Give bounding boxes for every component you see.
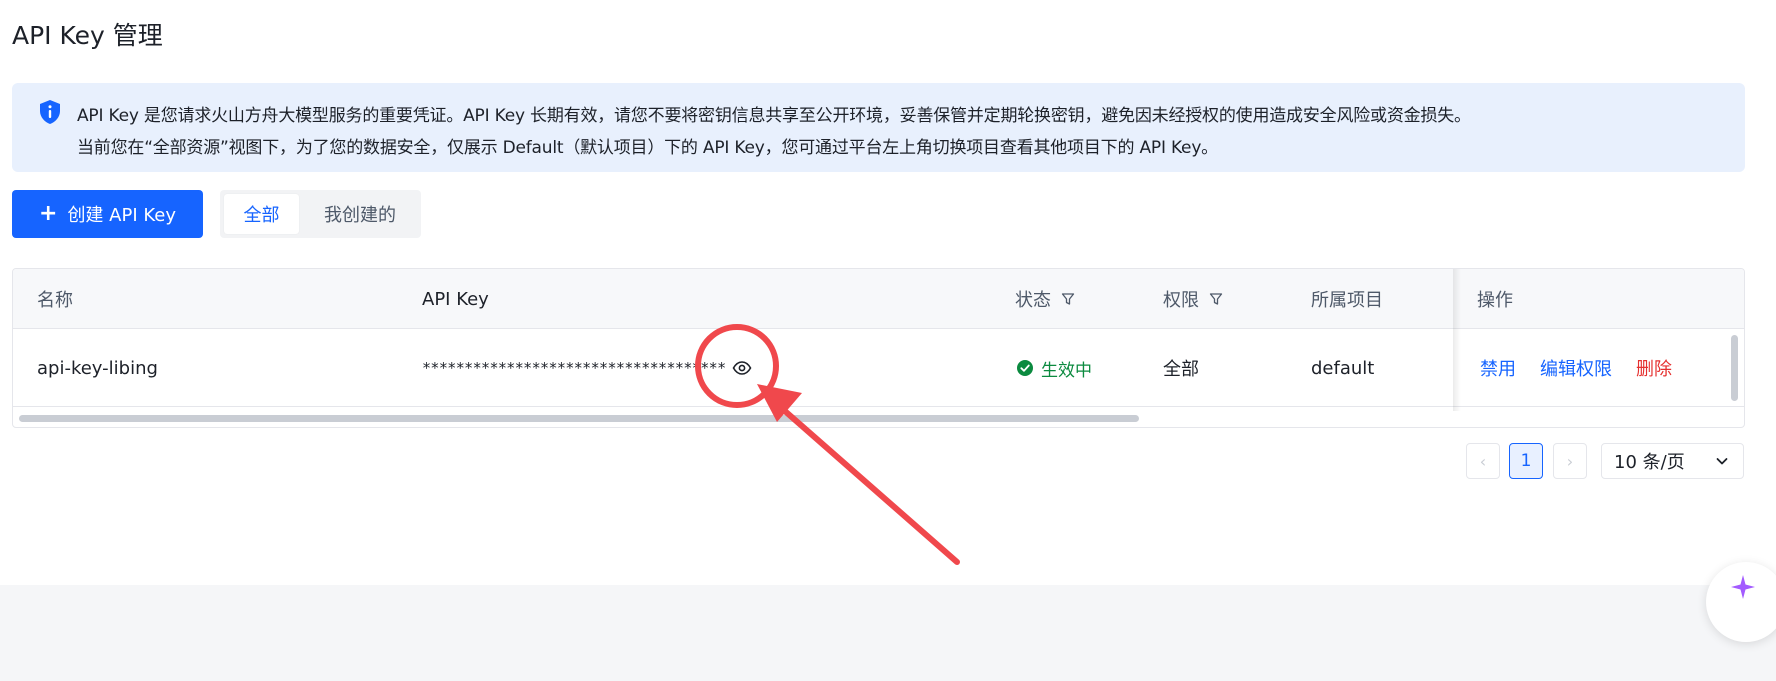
column-header-name: 名称 bbox=[37, 290, 73, 311]
create-api-key-button[interactable]: + 创建 API Key bbox=[12, 190, 203, 238]
filter-icon[interactable] bbox=[1209, 292, 1223, 306]
notice-line-2: 当前您在“全部资源”视图下，为了您的数据安全，仅展示 Default（默认项目）… bbox=[77, 138, 1218, 158]
table-header: 名称 API Key 状态 权限 所属项目 操作 bbox=[13, 269, 1744, 329]
horizontal-scrollbar[interactable] bbox=[19, 415, 1139, 422]
create-api-key-label: 创建 API Key bbox=[67, 205, 176, 226]
masked-api-key: ************************************ bbox=[422, 359, 726, 377]
disable-link[interactable]: 禁用 bbox=[1480, 355, 1516, 381]
page-size-select[interactable]: 10 条/页 bbox=[1601, 443, 1744, 479]
column-header-api-key: API Key bbox=[422, 288, 489, 310]
api-key-management-page: API Key 管理 API Key 是您请求火山方舟大模型服务的重要凭证。AP… bbox=[0, 0, 1776, 585]
vertical-scrollbar[interactable] bbox=[1731, 335, 1738, 401]
cell-actions: 禁用 编辑权限 删除 bbox=[1480, 329, 1696, 407]
plus-icon: + bbox=[39, 201, 58, 226]
cell-status: 生效中 bbox=[1017, 329, 1092, 407]
shield-info-icon bbox=[40, 100, 60, 124]
notice-banner: API Key 是您请求火山方舟大模型服务的重要凭证。API Key 长期有效，… bbox=[12, 83, 1745, 172]
column-header-permission-label: 权限 bbox=[1163, 290, 1199, 311]
page-title: API Key 管理 bbox=[12, 21, 163, 50]
cell-api-key: ************************************ bbox=[422, 329, 752, 407]
tab-all[interactable]: 全部 bbox=[224, 194, 299, 234]
page-1-button[interactable]: 1 bbox=[1509, 443, 1543, 479]
column-header-actions: 操作 bbox=[1477, 290, 1513, 311]
assistant-float-button[interactable] bbox=[1706, 562, 1776, 642]
table-row: api-key-libing *************************… bbox=[13, 329, 1744, 407]
edit-permission-link[interactable]: 编辑权限 bbox=[1540, 355, 1612, 381]
filter-segment: 全部 我创建的 bbox=[220, 190, 421, 238]
notice-line-1: API Key 是您请求火山方舟大模型服务的重要凭证。API Key 长期有效，… bbox=[77, 106, 1471, 126]
check-circle-icon bbox=[1017, 360, 1033, 376]
fixed-column-shadow bbox=[1453, 269, 1461, 411]
column-header-status-label: 状态 bbox=[1015, 290, 1051, 311]
filter-icon[interactable] bbox=[1061, 292, 1075, 306]
cell-project: default bbox=[1311, 357, 1375, 379]
page-size-value: 10 条/页 bbox=[1614, 452, 1685, 473]
cell-permission: 全部 bbox=[1163, 359, 1199, 380]
next-page-button[interactable]: › bbox=[1553, 443, 1587, 479]
status-badge: 生效中 bbox=[1041, 360, 1092, 381]
sparkle-icon bbox=[1731, 575, 1755, 599]
api-key-table: 名称 API Key 状态 权限 所属项目 操作 api-key-libing … bbox=[12, 268, 1745, 428]
column-header-status: 状态 bbox=[1015, 269, 1075, 329]
column-header-project: 所属项目 bbox=[1311, 290, 1383, 311]
cell-name: api-key-libing bbox=[37, 357, 158, 379]
prev-page-button[interactable]: ‹ bbox=[1466, 443, 1500, 479]
delete-link[interactable]: 删除 bbox=[1636, 355, 1672, 381]
chevron-down-icon bbox=[1716, 458, 1728, 465]
eye-icon[interactable] bbox=[732, 361, 752, 375]
column-header-permission: 权限 bbox=[1163, 269, 1223, 329]
tab-created-by-me[interactable]: 我创建的 bbox=[308, 194, 412, 234]
